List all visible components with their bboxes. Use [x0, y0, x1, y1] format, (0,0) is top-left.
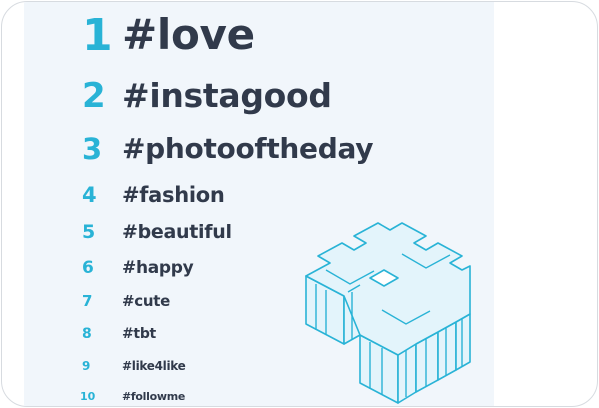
rank-number: 10 [80, 390, 96, 403]
hashtag-label: #tbt [122, 326, 156, 342]
rank-number: 9 [82, 359, 91, 373]
hashtag-3d-icon [305, 222, 471, 404]
hashtag-label: #beautiful [122, 221, 232, 243]
rank-number: 1 [82, 10, 113, 61]
hashtag-label: #followme [122, 390, 186, 403]
hashtag-label: #cute [122, 292, 170, 310]
rank-number: 4 [82, 183, 97, 207]
rank-number: 5 [82, 221, 96, 243]
hashtag-label: #fashion [122, 183, 225, 207]
hashtag-label: #photooftheday [122, 132, 374, 165]
ranking-panel: 1 #love 2 #instagood 3 #photooftheday 4 … [24, 2, 494, 406]
hashtag-label: #like4like [122, 359, 186, 373]
hashtag-card: 1 #love 2 #instagood 3 #photooftheday 4 … [1, 1, 598, 407]
hashtag-label: #happy [122, 258, 194, 278]
rank-number: 8 [82, 326, 92, 342]
hashtag-label: #instagood [122, 76, 332, 115]
rank-number: 3 [82, 132, 103, 166]
rank-number: 2 [82, 76, 106, 116]
rank-number: 6 [82, 258, 94, 278]
rank-number: 7 [82, 292, 93, 310]
hashtag-label: #love [122, 10, 255, 59]
